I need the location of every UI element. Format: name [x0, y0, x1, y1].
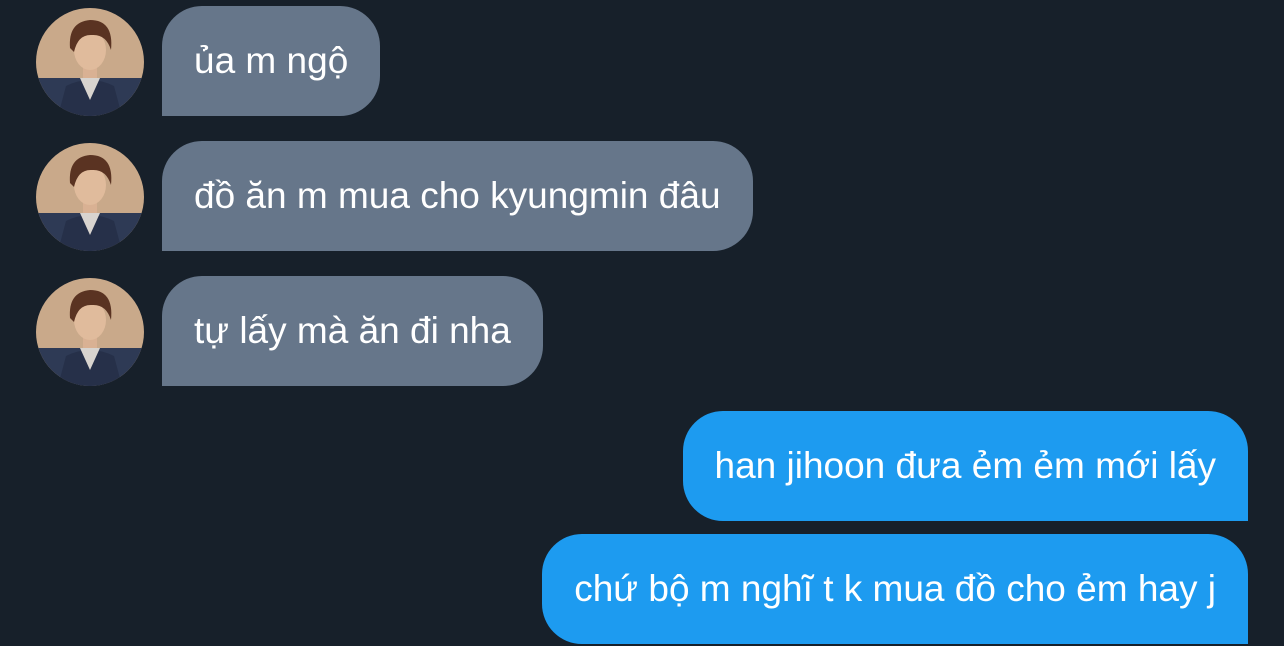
user-avatar-photo-icon — [36, 143, 144, 251]
message-text: han jihoon đưa ẻm ẻm mới lấy — [714, 445, 1217, 486]
user-avatar-photo-icon — [36, 8, 144, 116]
avatar[interactable] — [36, 8, 144, 116]
message-bubble-received[interactable]: ủa m ngộ — [162, 6, 381, 116]
message-bubble-sent[interactable]: chứ bộ m nghĩ t k mua đồ cho ẻm hay j — [542, 534, 1248, 644]
message-bubble-received[interactable]: đồ ăn m mua cho kyungmin đâu — [162, 141, 753, 251]
message-text: đồ ăn m mua cho kyungmin đâu — [194, 175, 721, 216]
message-text: tự lấy mà ăn đi nha — [194, 310, 511, 351]
message-text: ủa m ngộ — [194, 40, 349, 81]
message-text: chứ bộ m nghĩ t k mua đồ cho ẻm hay j — [574, 568, 1216, 609]
message-bubble-received[interactable]: tự lấy mà ăn đi nha — [162, 276, 543, 386]
avatar[interactable] — [36, 143, 144, 251]
message-bubble-sent[interactable]: han jihoon đưa ẻm ẻm mới lấy — [682, 411, 1248, 521]
user-avatar-photo-icon — [36, 278, 144, 386]
avatar[interactable] — [36, 278, 144, 386]
chat-thread: ủa m ngộ đồ ăn m mua cho kyungmin đâu tự… — [0, 0, 1284, 646]
